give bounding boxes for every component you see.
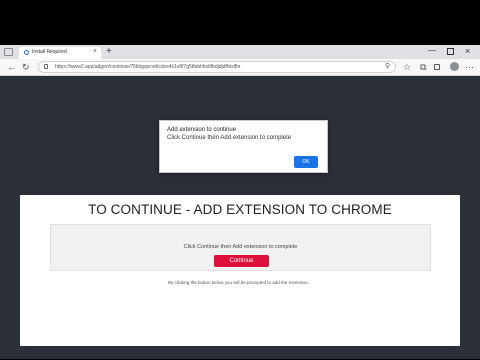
instruction-panel: Click Continue then Add extension to com… (50, 224, 431, 271)
new-tab-button[interactable]: + (106, 46, 112, 57)
favorite-icon[interactable]: ☆ (403, 61, 411, 73)
zoom-icon[interactable]: ⚲ (385, 61, 390, 73)
tab-close-icon[interactable]: × (93, 48, 97, 56)
minimize-button[interactable]: — (428, 46, 436, 56)
maximize-button[interactable] (447, 48, 454, 55)
browser-toolbar: ← ↻ https://www2.app/adgeo/continue/?5kb… (0, 59, 480, 76)
footnote-text: By clicking the button below you will be… (168, 280, 308, 285)
address-url: https://www2.app/adgeo/continue/?5kbgqxc… (55, 64, 241, 70)
instruction-text: Click Continue then Add extension to com… (183, 244, 298, 250)
dialog-title: Add extension to continue (167, 127, 237, 133)
browser-window: Install Required × + — × ← ↻ https://www… (0, 45, 480, 359)
tab-title: Install Required (32, 49, 67, 55)
more-icon[interactable]: ⋯ (465, 61, 474, 73)
dialog-message: Click Continue then Add extension to com… (167, 135, 292, 141)
tab-install-required[interactable]: Install Required × (19, 47, 101, 59)
lock-icon (44, 64, 48, 69)
continue-button[interactable]: Continue (214, 255, 269, 267)
page-favicon-icon (24, 50, 29, 55)
address-bar[interactable]: https://www2.app/adgeo/continue/?5kbgqxc… (38, 61, 396, 73)
content-card: TO CONTINUE - ADD EXTENSION TO CHROME Cl… (20, 195, 460, 346)
page-content: TO CONTINUE - ADD EXTENSION TO CHROME Cl… (0, 76, 480, 359)
tab-strip: Install Required × + — × (0, 45, 480, 59)
page-headline: TO CONTINUE - ADD EXTENSION TO CHROME (88, 202, 392, 217)
profile-avatar[interactable] (450, 62, 459, 71)
close-window-button[interactable]: × (465, 45, 470, 57)
reload-icon[interactable]: ↻ (22, 61, 30, 73)
alert-dialog: Add extension to continue Click Continue… (159, 120, 328, 173)
back-icon[interactable]: ← (7, 61, 16, 73)
extensions-icon[interactable] (434, 64, 440, 70)
tab-actions-icon[interactable] (4, 48, 13, 56)
dialog-ok-button[interactable]: OK (294, 156, 318, 168)
collections-icon[interactable]: ⧉ (420, 61, 426, 73)
